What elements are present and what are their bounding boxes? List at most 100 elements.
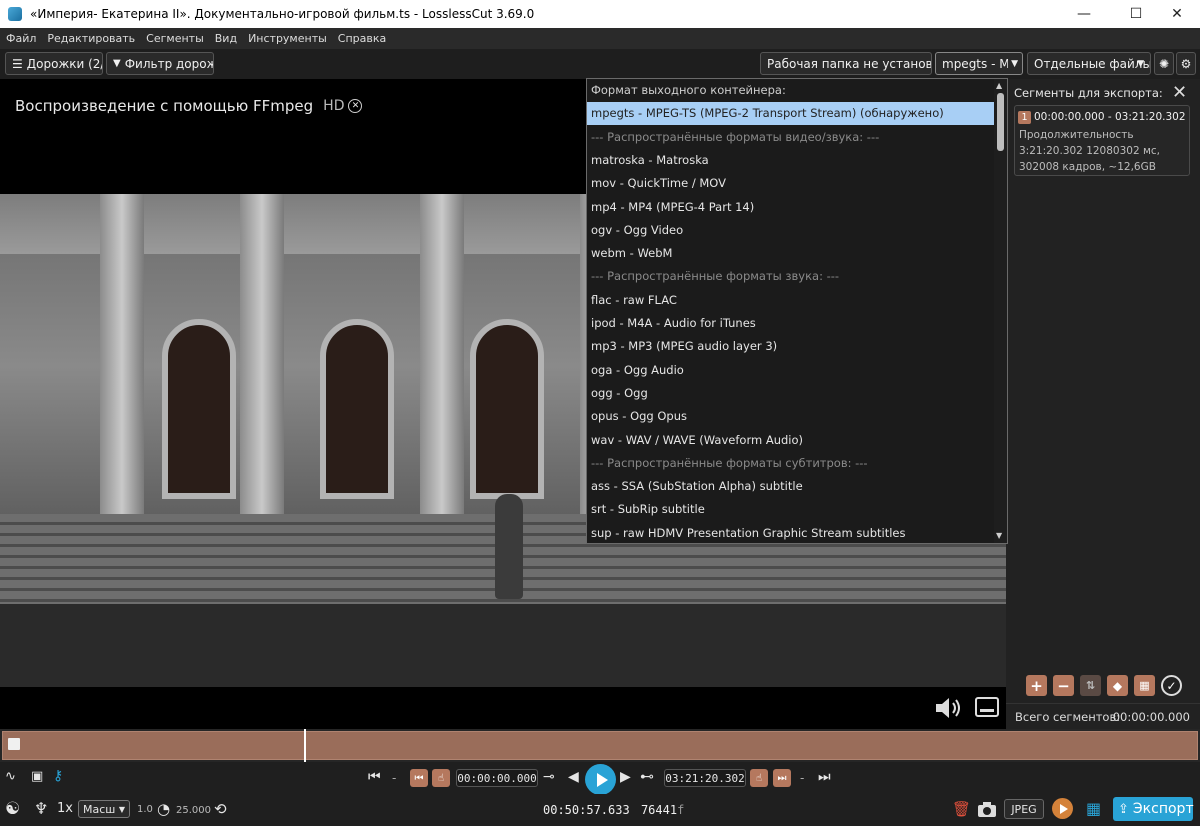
speed-value[interactable]: 1.0 <box>137 804 153 815</box>
speedometer-icon[interactable]: ◔ <box>157 800 170 818</box>
format-option[interactable]: opus - Ogg Opus <box>587 405 994 428</box>
segments-panel-title: Сегменты для экспорта: <box>1014 86 1163 100</box>
next-frame-icon[interactable]: ▶ <box>620 769 631 785</box>
key-icon[interactable]: ⚷ <box>53 768 63 784</box>
jump-end-icon[interactable]: ⏭ <box>773 769 791 787</box>
snapshot-format-button[interactable]: JPEG <box>1004 799 1044 819</box>
segments-panel: Сегменты для экспорта: ✕ 1 00:00:00.000 … <box>1006 79 1200 729</box>
output-mode-select[interactable]: Отдельные файлы ▼ <box>1027 52 1151 75</box>
work-folder-button[interactable]: Рабочая папка не установлена <box>760 52 932 75</box>
gear-icon[interactable]: ⚙ <box>1176 52 1196 75</box>
format-option[interactable]: mp4 - MP4 (MPEG-4 Part 14) <box>587 196 994 219</box>
menu-help[interactable]: Справка <box>338 32 386 45</box>
track-filter-button[interactable]: ▼ Фильтр дорожек <box>106 52 214 75</box>
prev-frame-icon[interactable]: ◀ <box>568 769 579 785</box>
subtitles-icon[interactable] <box>975 697 999 717</box>
tag-icon[interactable]: ◆ <box>1107 675 1128 696</box>
tracks-button[interactable]: ☰ Дорожки (2/3) <box>5 52 103 75</box>
format-option[interactable]: mp3 - MP3 (MPEG audio layer 3) <box>587 335 994 358</box>
format-dropdown-list[interactable]: ▲ ▼ Формат выходного контейнера: mpegts -… <box>586 78 1008 544</box>
list-icon: ☰ <box>12 56 23 71</box>
menu-edit[interactable]: Редактировать <box>47 32 135 45</box>
filter-icon: ▼ <box>113 58 121 69</box>
format-option[interactable]: ass - SSA (SubStation Alpha) subtitle <box>587 475 994 498</box>
format-option[interactable]: ogv - Ogg Video <box>587 219 994 242</box>
segment-range: 00:00:00.000 - 03:21:20.302 <box>1034 111 1186 123</box>
playhead[interactable] <box>304 729 306 762</box>
playback-controls: ∿ ▣ ⚷ ⏮ - ⏮ ☝ 00:00:00.000 ⊸ ◀ ▶ ⊷ 03:21… <box>0 762 1200 795</box>
close-circle-icon[interactable]: ✕ <box>348 99 363 113</box>
chevron-down-icon: ▼ <box>1137 58 1144 69</box>
scroll-down-icon[interactable]: ▼ <box>996 531 1002 540</box>
image-icon[interactable]: ▣ <box>31 769 43 784</box>
format-option[interactable]: sup - raw HDMV Presentation Graphic Stre… <box>587 522 994 543</box>
format-option[interactable]: wav - WAV / WAVE (Waveform Audio) <box>587 429 994 452</box>
timeline[interactable] <box>0 729 1200 762</box>
format-option[interactable]: flac - raw FLAC <box>587 289 994 312</box>
format-option[interactable]: mpegts - MPEG-TS (MPEG-2 Transport Strea… <box>587 102 994 126</box>
sun-icon[interactable]: ✺ <box>1154 52 1174 75</box>
zoom-mode-select[interactable]: Масш ▼ <box>78 800 130 818</box>
camera-icon[interactable] <box>977 801 997 818</box>
rotate-icon[interactable]: ⟲ <box>214 800 227 818</box>
playback-mode-label: Воспроизведение с помощью FFmpeg HD ✕ <box>15 97 363 115</box>
format-option[interactable]: ipod - M4A - Audio for iTunes <box>587 312 994 335</box>
segment-item[interactable]: 1 00:00:00.000 - 03:21:20.302 Продолжите… <box>1014 105 1190 176</box>
play-button[interactable] <box>585 764 616 795</box>
format-option[interactable]: webm - WebM <box>587 242 994 265</box>
trash-icon[interactable]: 🗑 <box>952 800 971 818</box>
split-icon[interactable]: ▦ <box>1134 675 1155 696</box>
next-keyframe-icon[interactable]: ⊷ <box>640 769 654 785</box>
scroll-up-icon[interactable]: ▲ <box>996 81 1002 90</box>
keyframe-icon[interactable]: ⊸ <box>543 769 555 785</box>
timeline-segment[interactable] <box>2 731 1198 760</box>
format-select[interactable]: mpegts - MPEG ▼ <box>935 52 1023 75</box>
save-icon[interactable] <box>8 738 20 750</box>
format-option[interactable]: mov - QuickTime / MOV <box>587 172 994 195</box>
close-icon[interactable]: ✕ <box>1172 82 1187 103</box>
zoom-level[interactable]: 1x <box>57 801 73 816</box>
segment-duration: Продолжительность 3:21:20.302 12080302 м… <box>1019 129 1161 173</box>
set-start-icon[interactable]: ☝ <box>432 769 450 787</box>
chevron-down-icon: ▼ <box>1011 58 1018 69</box>
quality-badge: HD <box>323 98 345 114</box>
format-option[interactable]: oga - Ogg Audio <box>587 359 994 382</box>
minimize-button[interactable]: — <box>1061 0 1107 28</box>
chevron-down-icon: ▼ <box>118 804 125 814</box>
skip-to-end-icon[interactable]: ⏭ <box>818 769 831 785</box>
format-option[interactable]: matroska - Matroska <box>587 149 994 172</box>
menu-file[interactable]: Файл <box>6 32 36 45</box>
format-option[interactable]: ogg - Ogg <box>587 382 994 405</box>
current-time[interactable]: 00:50:57.633 76441f <box>543 803 684 817</box>
sort-icon[interactable]: ⇅ <box>1080 675 1101 696</box>
person-icon[interactable]: ♆ <box>34 799 48 818</box>
window-title: «Империя- Екатерина II». Документально-и… <box>30 7 535 21</box>
play-circle-icon[interactable] <box>1052 798 1073 819</box>
menu-view[interactable]: Вид <box>215 32 237 45</box>
yin-yang-icon[interactable]: ☯ <box>5 799 20 819</box>
set-end-icon[interactable]: ☝ <box>750 769 768 787</box>
export-button[interactable]: ⇪ Экспорт <box>1113 797 1194 821</box>
calendar-icon[interactable]: ▦ <box>1086 799 1101 818</box>
menu-tools[interactable]: Инструменты <box>248 32 327 45</box>
waveform-icon[interactable]: ∿ <box>5 769 16 784</box>
end-time-input[interactable]: 03:21:20.302 <box>664 769 746 787</box>
dropdown-separator: --- Распространённые форматы звука: --- <box>591 269 840 284</box>
menu-segments[interactable]: Сегменты <box>146 32 204 45</box>
scroll-thumb[interactable] <box>997 93 1004 151</box>
format-option[interactable]: srt - SubRip subtitle <box>587 498 994 521</box>
dropdown-scrollbar[interactable]: ▲ ▼ <box>994 79 1007 543</box>
start-time-input[interactable]: 00:00:00.000 <box>456 769 538 787</box>
volume-icon[interactable] <box>934 696 964 720</box>
dropdown-header: Формат выходного контейнера: <box>591 83 786 97</box>
segments-total: Всего сегментов: 00:00:00.000 <box>1006 703 1200 729</box>
skip-to-start-icon[interactable]: ⏮ <box>368 769 381 785</box>
export-icon: ⇪ <box>1118 801 1129 817</box>
minus-icon[interactable]: − <box>1053 675 1074 696</box>
maximize-button[interactable]: ☐ <box>1113 0 1159 28</box>
fps-value[interactable]: 25.000 <box>176 805 211 816</box>
plus-icon[interactable]: + <box>1026 675 1047 696</box>
check-circle-icon[interactable]: ✓ <box>1161 675 1182 696</box>
jump-start-icon[interactable]: ⏮ <box>410 769 428 787</box>
close-window-button[interactable]: ✕ <box>1154 0 1200 28</box>
